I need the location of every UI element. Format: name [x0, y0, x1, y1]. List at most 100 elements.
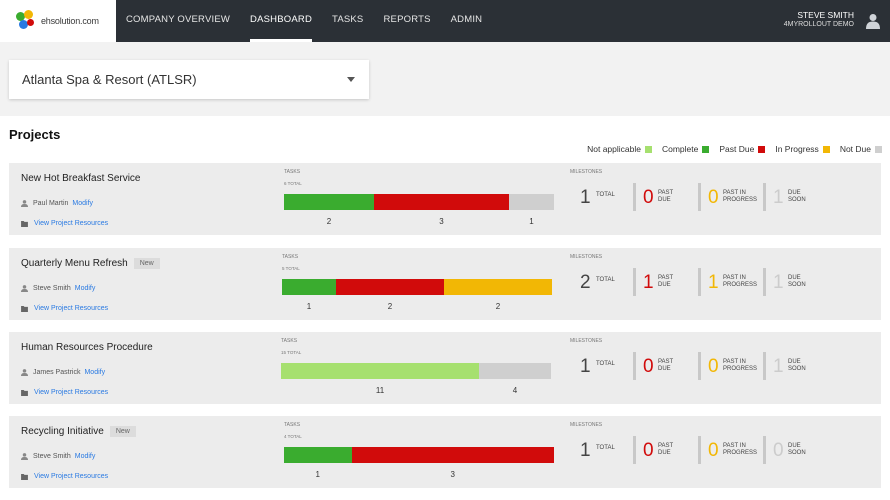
view-project-resources-link[interactable]: View Project Resources — [21, 305, 108, 312]
tasks-progress-bar — [281, 363, 551, 379]
milestones-due-soon-count: 1 — [773, 272, 784, 293]
bar-segment-complete[interactable] — [284, 447, 352, 463]
milestone-label-line: DUE — [788, 359, 801, 365]
milestones-past-in-progress-label: PAST IN PROGRESS — [723, 190, 757, 204]
org-selector-dropdown[interactable]: Atlanta Spa & Resort (ATLSR) — [9, 60, 369, 99]
milestones-total-label: TOTAL — [596, 361, 615, 367]
nav-item-reports[interactable]: REPORTS — [383, 0, 430, 42]
nav-item-company-overview[interactable]: COMPANY OVERVIEW — [126, 0, 230, 42]
segment-count: 3 — [450, 470, 455, 479]
bar-segment-not-applicable[interactable] — [281, 363, 479, 379]
bar-segment-complete[interactable] — [284, 194, 374, 210]
milestones-past-due-label: PAST DUE — [658, 275, 673, 289]
bar-segment-not-due[interactable] — [479, 363, 551, 379]
project-name[interactable]: New Hot Breakfast Service — [21, 173, 141, 184]
top-nav-bar: ehsolution.com COMPANY OVERVIEW DASHBOARD… — [0, 0, 890, 42]
legend-swatch — [875, 145, 882, 153]
bar-segment-in-progress[interactable] — [444, 279, 552, 295]
tasks-total: 6 TOTAL — [284, 181, 302, 186]
milestone-divider — [633, 183, 636, 211]
bar-segment-complete[interactable] — [282, 279, 336, 295]
milestones-past-in-progress-label: PAST IN PROGRESS — [723, 275, 757, 289]
project-owner: Steve Smith — [33, 285, 71, 292]
milestone-label-line: PAST IN — [723, 359, 746, 365]
folder-icon — [21, 473, 28, 480]
project-card: Recycling Initiative New Steve Smith Modify… — [9, 416, 881, 488]
bar-segment-not-due[interactable] — [509, 194, 554, 210]
view-project-resources-link[interactable]: View Project Resources — [21, 473, 108, 480]
milestones-past-in-progress-label: PAST IN PROGRESS — [723, 359, 757, 373]
main-nav: COMPANY OVERVIEW DASHBOARD TASKS REPORTS ADM… — [126, 0, 502, 42]
owner-row: James Pastrick Modify — [21, 369, 105, 376]
milestones-label: MILESTONES — [570, 422, 603, 428]
milestones-past-due-count: 0 — [643, 187, 654, 208]
project-name[interactable]: Human Resources Procedure — [21, 342, 153, 353]
tasks-label: TASKS — [281, 338, 298, 344]
folder-icon — [21, 389, 28, 396]
view-project-resources-link[interactable]: View Project Resources — [21, 389, 108, 396]
milestone-divider — [633, 268, 636, 296]
bar-segment-past-due[interactable] — [374, 194, 509, 210]
person-icon — [21, 453, 28, 460]
milestone-label-line: PROGRESS — [723, 282, 758, 288]
modify-link[interactable]: Modify — [75, 285, 96, 292]
bar-segment-past-due[interactable] — [351, 447, 554, 463]
nav-item-tasks[interactable]: TASKS — [332, 0, 363, 42]
milestones-past-in-progress-label: PAST IN PROGRESS — [723, 443, 757, 457]
milestones-due-soon-label: DUE SOON — [788, 443, 806, 457]
tasks-total: 15 TOTAL — [281, 350, 302, 355]
milestone-label-line: PAST IN — [723, 443, 746, 449]
view-resources-label: View Project Resources — [34, 389, 109, 396]
milestone-label-line: DUE — [658, 282, 671, 288]
caret-down-icon — [347, 77, 355, 82]
milestones-total: 2 — [580, 272, 591, 293]
tasks-total: 4 TOTAL — [284, 434, 302, 439]
milestones-total: 1 — [580, 440, 591, 461]
milestones-due-soon-count: 1 — [773, 356, 784, 377]
milestone-divider — [763, 352, 766, 380]
segment-count: 1 — [315, 470, 320, 479]
milestone-label-line: SOON — [788, 366, 806, 372]
milestone-divider — [763, 436, 766, 464]
owner-row: Steve Smith Modify — [21, 285, 95, 292]
project-name[interactable]: Quarterly Menu Refresh New — [21, 258, 160, 269]
tasks-progress-bar — [284, 194, 554, 210]
milestones-label: MILESTONES — [570, 169, 603, 175]
project-name[interactable]: Recycling Initiative New — [21, 426, 136, 437]
milestone-label-line: SOON — [788, 197, 806, 203]
project-owner: Paul Martin — [33, 200, 69, 207]
milestones-past-in-progress-count: 0 — [708, 356, 719, 377]
milestone-label-line: PAST — [658, 275, 674, 281]
nav-item-dashboard[interactable]: DASHBOARD — [250, 0, 313, 42]
milestone-label-line: SOON — [788, 282, 806, 288]
segment-count: 2 — [387, 302, 393, 311]
status-legend: Not applicable Complete Past Due In Progres… — [577, 144, 882, 154]
tasks-progress-bar — [282, 279, 552, 295]
legend-item-not-due: Not Due — [840, 144, 882, 154]
tasks-label: TASKS — [284, 422, 301, 428]
milestone-label-line: PAST — [658, 443, 674, 449]
user-info[interactable]: STEVE SMITH 4MYROLLOUT DEMO — [784, 10, 854, 30]
org-selector-band: Atlanta Spa & Resort (ATLSR) — [0, 42, 890, 116]
folder-icon — [21, 220, 28, 227]
milestone-label-line: DUE — [788, 190, 801, 196]
tasks-progress-bar — [284, 447, 554, 463]
bar-segment-past-due[interactable] — [336, 279, 444, 295]
brand-logo[interactable]: ehsolution.com — [0, 0, 116, 42]
milestones-past-due-count: 0 — [643, 356, 654, 377]
nav-item-admin[interactable]: ADMIN — [451, 0, 483, 42]
owner-row: Steve Smith Modify — [21, 453, 95, 460]
milestones-total-label: TOTAL — [596, 277, 615, 283]
milestone-label-line: PAST — [658, 190, 674, 196]
milestones-past-in-progress-count: 0 — [708, 187, 719, 208]
legend-label: Complete — [661, 144, 699, 154]
modify-link[interactable]: Modify — [75, 453, 96, 460]
view-project-resources-link[interactable]: View Project Resources — [21, 220, 108, 227]
milestones-due-soon-label: DUE SOON — [788, 190, 806, 204]
modify-link[interactable]: Modify — [72, 200, 93, 207]
user-icon[interactable] — [866, 13, 880, 29]
modify-link[interactable]: Modify — [84, 369, 105, 376]
legend-label: In Progress — [775, 144, 819, 154]
milestones-past-due-label: PAST DUE — [658, 443, 673, 457]
milestone-label-line: PAST IN — [723, 275, 746, 281]
